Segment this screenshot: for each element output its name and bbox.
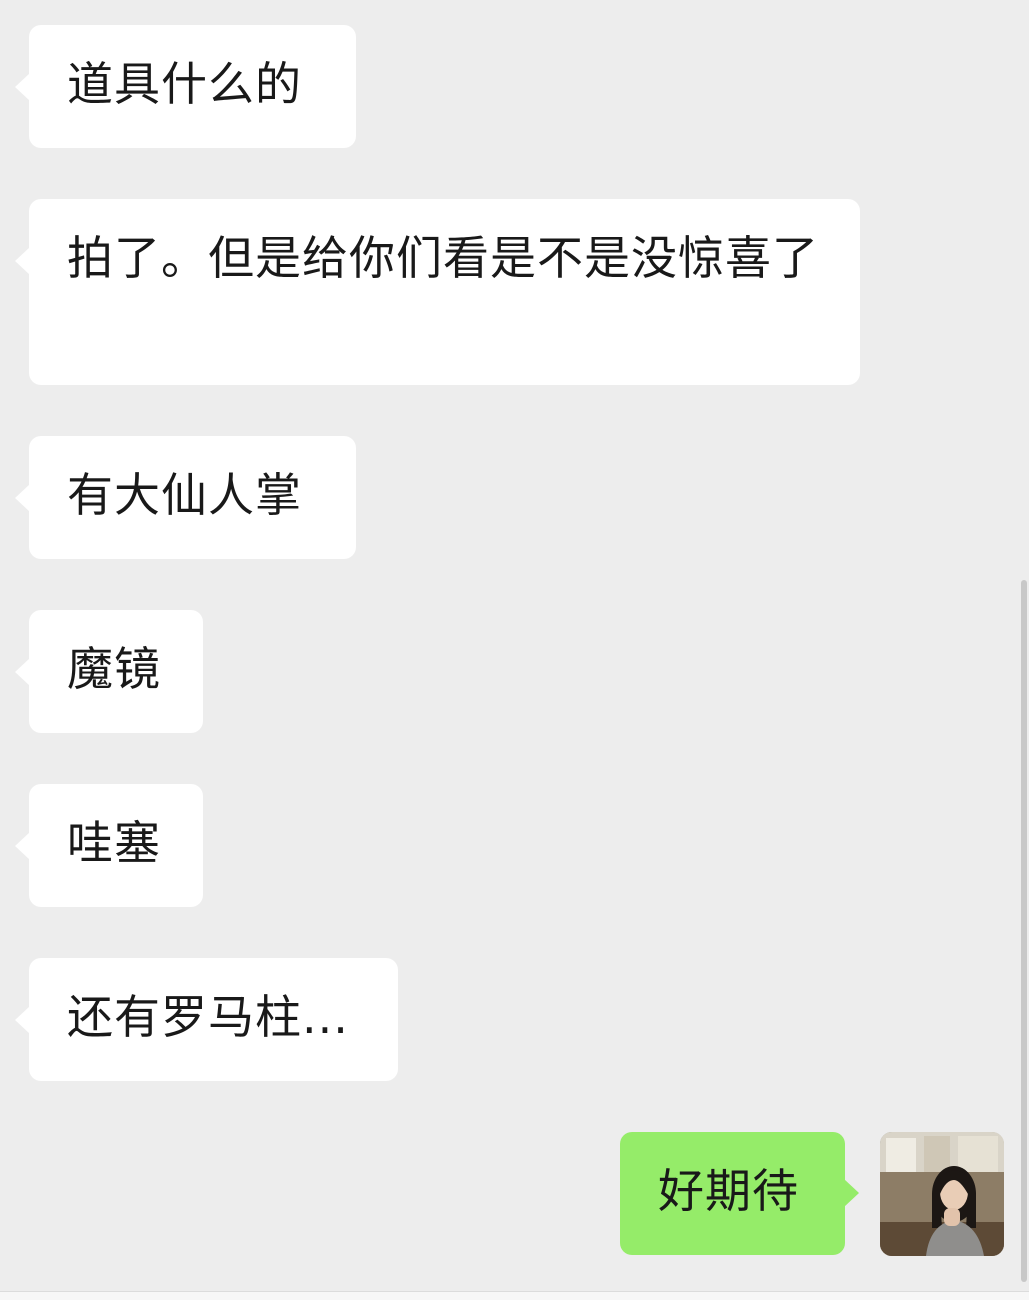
incoming-message-bubble[interactable]: 有大仙人掌 — [15, 436, 356, 559]
incoming-message-bubble[interactable]: 还有罗马柱... — [15, 958, 398, 1081]
message-text: 魔镜 — [67, 642, 161, 696]
incoming-message-bubble[interactable]: 哇塞 — [15, 784, 203, 907]
message-text: 哇塞 — [67, 816, 161, 870]
incoming-message-bubble[interactable]: 道具什么的 — [15, 25, 356, 148]
message-text: 好期待 — [658, 1164, 799, 1218]
message-text: 道具什么的 — [67, 57, 302, 111]
user-avatar[interactable] — [880, 1132, 1004, 1256]
incoming-message-bubble[interactable]: 拍了。但是给你们看是不是没惊喜了 — [15, 199, 860, 385]
scrollbar[interactable] — [1021, 580, 1027, 1282]
message-text: 拍了。但是给你们看是不是没惊喜了 — [67, 231, 819, 285]
input-bar-edge — [0, 1291, 1029, 1300]
message-text: 还有罗马柱... — [67, 990, 349, 1044]
message-text: 有大仙人掌 — [67, 468, 302, 522]
incoming-message-bubble[interactable]: 魔镜 — [15, 610, 203, 733]
chat-message-list[interactable]: 道具什么的 拍了。但是给你们看是不是没惊喜了 有大仙人掌 魔镜 哇塞 还有罗马柱… — [0, 0, 1029, 1300]
avatar-photo-icon — [880, 1132, 1004, 1256]
outgoing-message-bubble[interactable]: 好期待 — [620, 1132, 859, 1255]
